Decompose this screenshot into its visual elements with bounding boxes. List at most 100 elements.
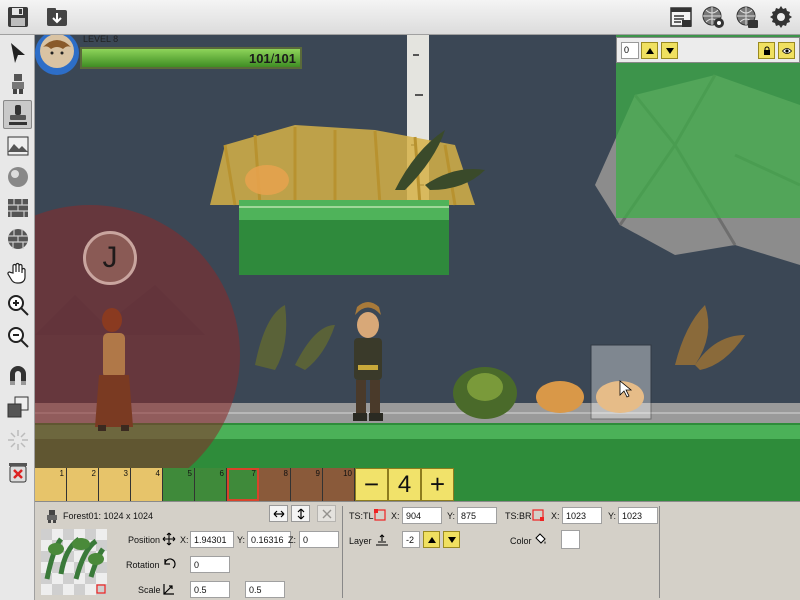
tile-number: 2 — [91, 469, 96, 478]
delete-tool[interactable] — [3, 457, 32, 486]
sprite-icon — [47, 510, 57, 523]
save-button[interactable] — [3, 3, 33, 31]
world-load-button[interactable] — [732, 3, 762, 31]
rotation-field[interactable]: 0 — [190, 556, 230, 573]
health-current: 101 — [248, 51, 271, 66]
tile-number: 6 — [219, 469, 224, 478]
tile-slot[interactable]: 6 — [195, 468, 227, 501]
position-x-field[interactable]: 1.94301 — [190, 531, 234, 548]
landscape-icon — [7, 136, 28, 155]
brick-wall-icon — [7, 198, 28, 217]
pumpkin — [536, 381, 584, 413]
flip-horizontal-button[interactable] — [269, 505, 288, 522]
rotation-label: Rotation — [126, 560, 160, 570]
snap-tool[interactable] — [3, 360, 32, 389]
tile-number: 10 — [343, 469, 352, 478]
player-hud: LEVEL 8 101/101 — [35, 35, 305, 77]
color-swatch[interactable] — [561, 530, 580, 549]
character-tool[interactable] — [3, 69, 32, 98]
zoom-in-tool[interactable] — [3, 290, 32, 319]
world-settings-button[interactable] — [698, 3, 728, 31]
close-icon — [322, 509, 331, 518]
magnet-icon — [9, 365, 26, 385]
tile-source-bottomright-label: TS:BR — [505, 511, 532, 521]
tile-number: 8 — [283, 469, 288, 478]
triangle-down-icon — [447, 536, 456, 543]
zoom-out-tool[interactable] — [3, 322, 32, 351]
scale-x-field[interactable]: 0.5 — [190, 581, 230, 598]
ts-tl-x-field[interactable]: 904 — [402, 507, 442, 524]
layer-up-button[interactable] — [641, 42, 658, 59]
tile-slot[interactable]: 4 — [131, 468, 163, 501]
tile-number: 1 — [59, 469, 64, 478]
gear-icon — [770, 6, 792, 28]
layer-down-button[interactable] — [661, 42, 678, 59]
arrow-cursor-icon — [10, 42, 25, 63]
tile-slot[interactable]: 5 — [163, 468, 195, 501]
pan-tool[interactable] — [3, 258, 32, 287]
lock-icon — [763, 46, 770, 55]
tile-slot[interactable]: 2 — [67, 468, 99, 501]
tile-slot[interactable]: 8 — [259, 468, 291, 501]
ts-br-y-field[interactable]: 1023 — [618, 507, 658, 524]
sphere-tool[interactable] — [3, 162, 32, 191]
rotate-icon — [164, 558, 176, 569]
ts-tl-y-field[interactable]: 875 — [457, 507, 497, 524]
tile-slot[interactable]: 3 — [99, 468, 131, 501]
reset-transform-button[interactable] — [317, 505, 336, 522]
layer-panel: 0 — [616, 37, 800, 63]
settings-button[interactable] — [766, 3, 796, 31]
sparkle-icon — [7, 429, 28, 450]
load-button[interactable] — [42, 3, 72, 31]
ts-br-y-label: Y: — [608, 511, 617, 521]
zoom-in-icon — [7, 294, 29, 316]
position-label: Position — [128, 535, 161, 545]
background-tool[interactable] — [3, 131, 32, 160]
health-max: 101 — [274, 51, 296, 66]
texture-thumbnail[interactable] — [41, 529, 107, 595]
panel-divider — [659, 506, 660, 598]
position-y-field[interactable]: 0.16316 — [247, 531, 291, 548]
player-portrait — [35, 35, 79, 75]
texture-name: Forest01: 1024 x 1024 — [63, 511, 154, 521]
layer-stack-icon — [376, 534, 388, 546]
tile-slot[interactable]: 1 — [35, 468, 67, 501]
npc-interaction-bubble: J — [83, 231, 137, 285]
position-x-label: X: — [180, 535, 189, 545]
pixel-character-icon — [11, 73, 24, 94]
tile-number: 5 — [187, 469, 192, 478]
left-tool-palette — [0, 35, 35, 600]
wall-tool[interactable] — [3, 193, 32, 222]
sphere-icon — [7, 166, 28, 187]
flip-vertical-button[interactable] — [291, 505, 310, 522]
stamp-tool[interactable] — [3, 100, 32, 129]
floppy-disk-icon — [8, 7, 28, 27]
light-tool[interactable] — [3, 425, 32, 454]
game-viewport[interactable]: LEVEL 8 101/101 J — [35, 35, 800, 501]
scale-y-field[interactable]: 0.5 — [245, 581, 285, 598]
ts-br-x-field[interactable]: 1023 — [562, 507, 602, 524]
bring-forward-tool[interactable] — [3, 392, 32, 421]
delete-icon — [8, 462, 27, 482]
layer-field[interactable]: -2 — [402, 531, 420, 548]
tile-slot[interactable]: 10 — [323, 468, 355, 501]
triangle-down-icon — [665, 47, 674, 54]
layer-lock-button[interactable] — [758, 42, 775, 59]
scale-label: Scale — [138, 585, 161, 595]
layer-visibility-button[interactable] — [778, 42, 795, 59]
color-label: Color — [510, 536, 532, 546]
properties-window-button[interactable] — [666, 3, 696, 31]
tile-slot[interactable]: 7 — [227, 468, 259, 501]
tile-page-plus-button[interactable]: + — [421, 468, 454, 501]
ts-tl-y-label: Y: — [447, 511, 456, 521]
position-z-field[interactable]: 0 — [299, 531, 339, 548]
brick-sphere-tool[interactable] — [3, 224, 32, 253]
sprite-layer-up-button[interactable] — [423, 531, 440, 548]
layer-index-field[interactable]: 0 — [621, 42, 639, 59]
tile-slot[interactable]: 9 — [291, 468, 323, 501]
select-tool[interactable] — [3, 38, 32, 67]
tile-page-minus-button[interactable]: − — [355, 468, 388, 501]
brick-sphere-icon — [7, 228, 28, 249]
health-bar: 101/101 — [80, 47, 302, 69]
sprite-layer-down-button[interactable] — [443, 531, 460, 548]
